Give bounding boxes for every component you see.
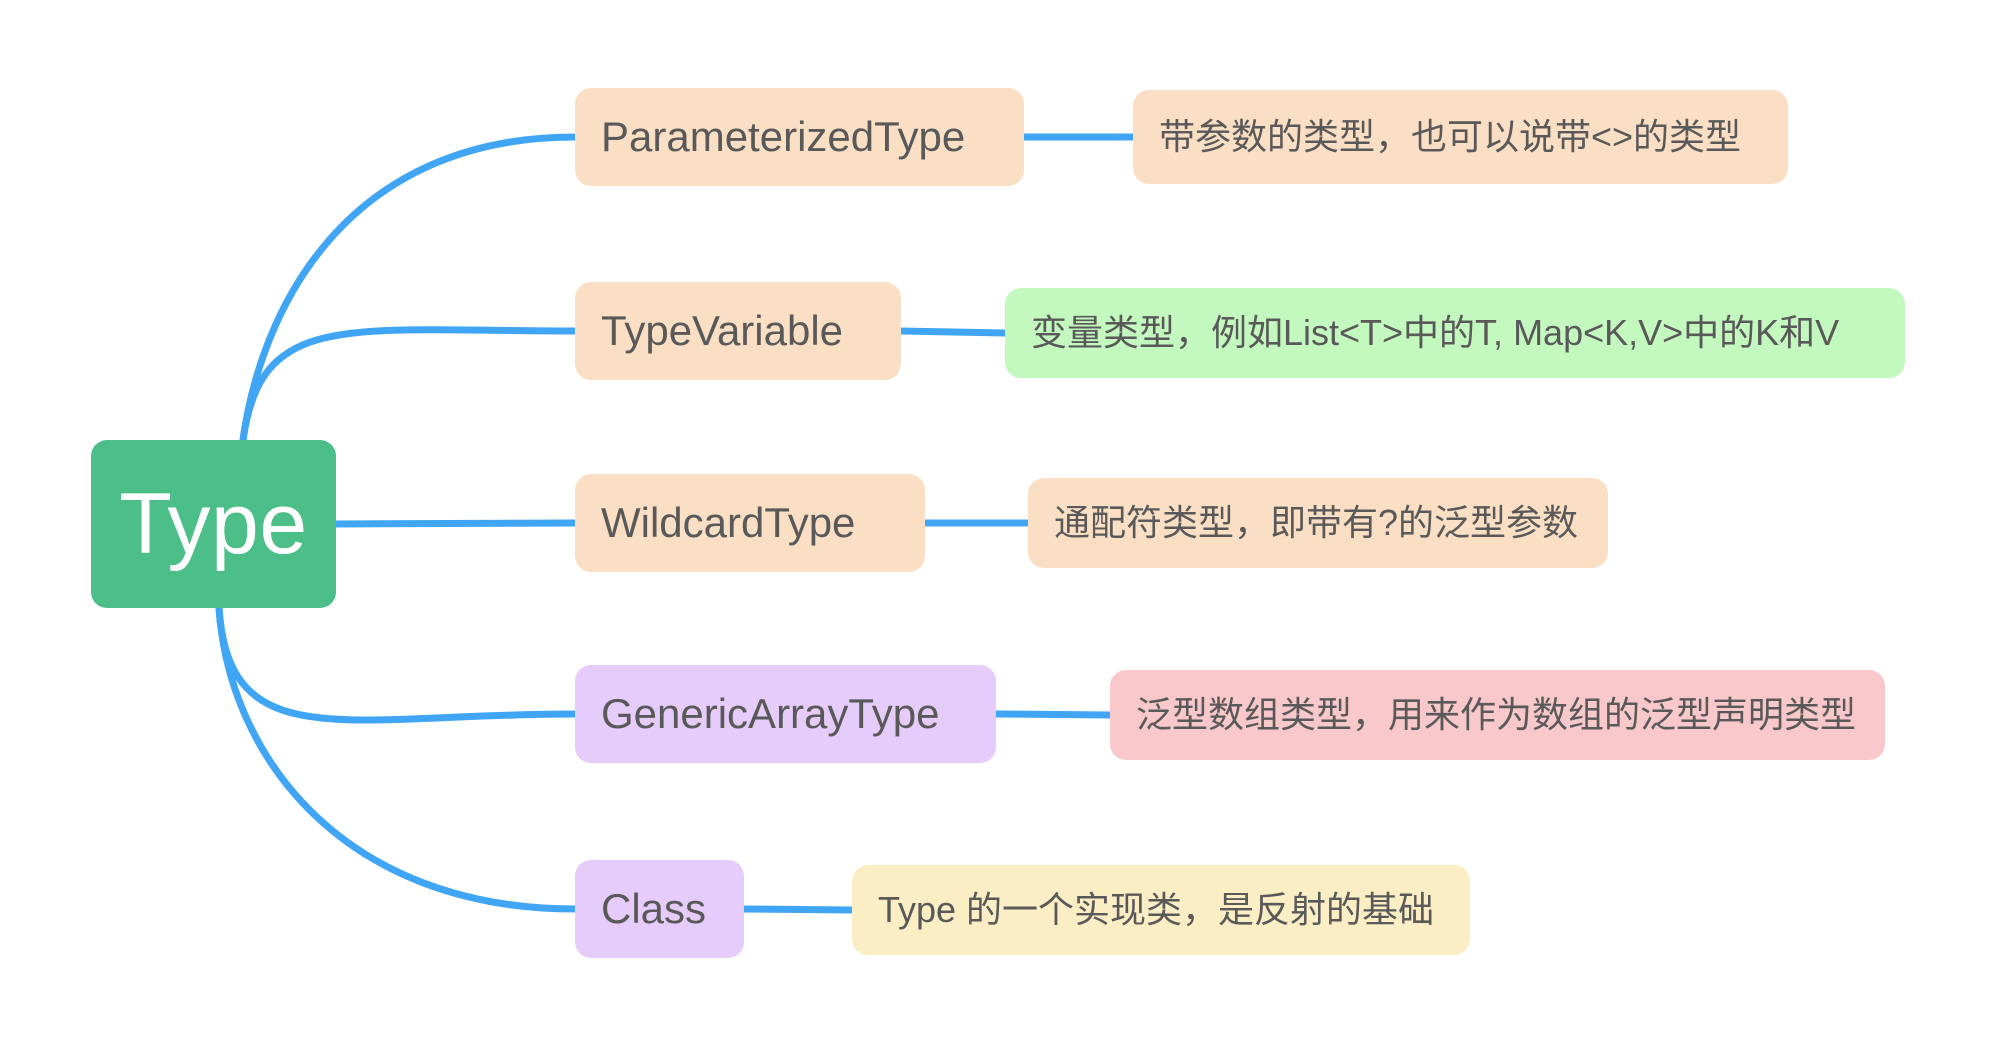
connector-edge	[239, 326, 579, 444]
connector-edge	[897, 327, 1009, 337]
branch-node-label: GenericArrayType	[601, 689, 940, 737]
description-node-label: 带参数的类型，也可以说带<>的类型	[1159, 116, 1742, 158]
root-node-label: Type	[119, 476, 308, 572]
connector-edge	[332, 519, 579, 528]
mindmap-canvas: Type ParameterizedType 带参数的类型，也可以说带<>的类型…	[0, 0, 1992, 1050]
description-node-label: 变量类型，例如List<T>中的T, Map<K,V>中的K和V	[1031, 312, 1840, 354]
branch-node-label: ParameterizedType	[601, 112, 966, 160]
description-node-parameterizedtype[interactable]: 带参数的类型，也可以说带<>的类型	[1133, 90, 1788, 184]
connector-edge	[215, 604, 579, 913]
branch-node-wildcardtype[interactable]: WildcardType	[575, 474, 925, 572]
branch-node-typevariable[interactable]: TypeVariable	[575, 282, 901, 380]
branch-node-label: Class	[601, 884, 707, 932]
branch-node-genericarraytype[interactable]: GenericArrayType	[575, 665, 996, 763]
description-node-label: 泛型数组类型，用来作为数组的泛型声明类型	[1136, 694, 1857, 736]
connector-edge	[740, 905, 856, 914]
branch-node-label: TypeVariable	[601, 306, 844, 354]
connector-edge	[239, 133, 579, 444]
description-node-class[interactable]: Type 的一个实现类，是反射的基础	[852, 865, 1470, 955]
description-node-label: Type 的一个实现类，是反射的基础	[878, 889, 1435, 931]
description-node-genericarraytype[interactable]: 泛型数组类型，用来作为数组的泛型声明类型	[1110, 670, 1885, 760]
branch-node-class[interactable]: Class	[575, 860, 744, 958]
root-node-type[interactable]: Type	[91, 440, 336, 608]
branch-node-parameterizedtype[interactable]: ParameterizedType	[575, 88, 1024, 186]
description-node-wildcardtype[interactable]: 通配符类型，即带有?的泛型参数	[1028, 478, 1608, 568]
connector-edge	[215, 604, 579, 724]
branch-node-label: WildcardType	[601, 498, 856, 546]
description-node-typevariable[interactable]: 变量类型，例如List<T>中的T, Map<K,V>中的K和V	[1005, 288, 1905, 378]
connector-edge	[992, 710, 1114, 719]
description-node-label: 通配符类型，即带有?的泛型参数	[1054, 502, 1579, 544]
